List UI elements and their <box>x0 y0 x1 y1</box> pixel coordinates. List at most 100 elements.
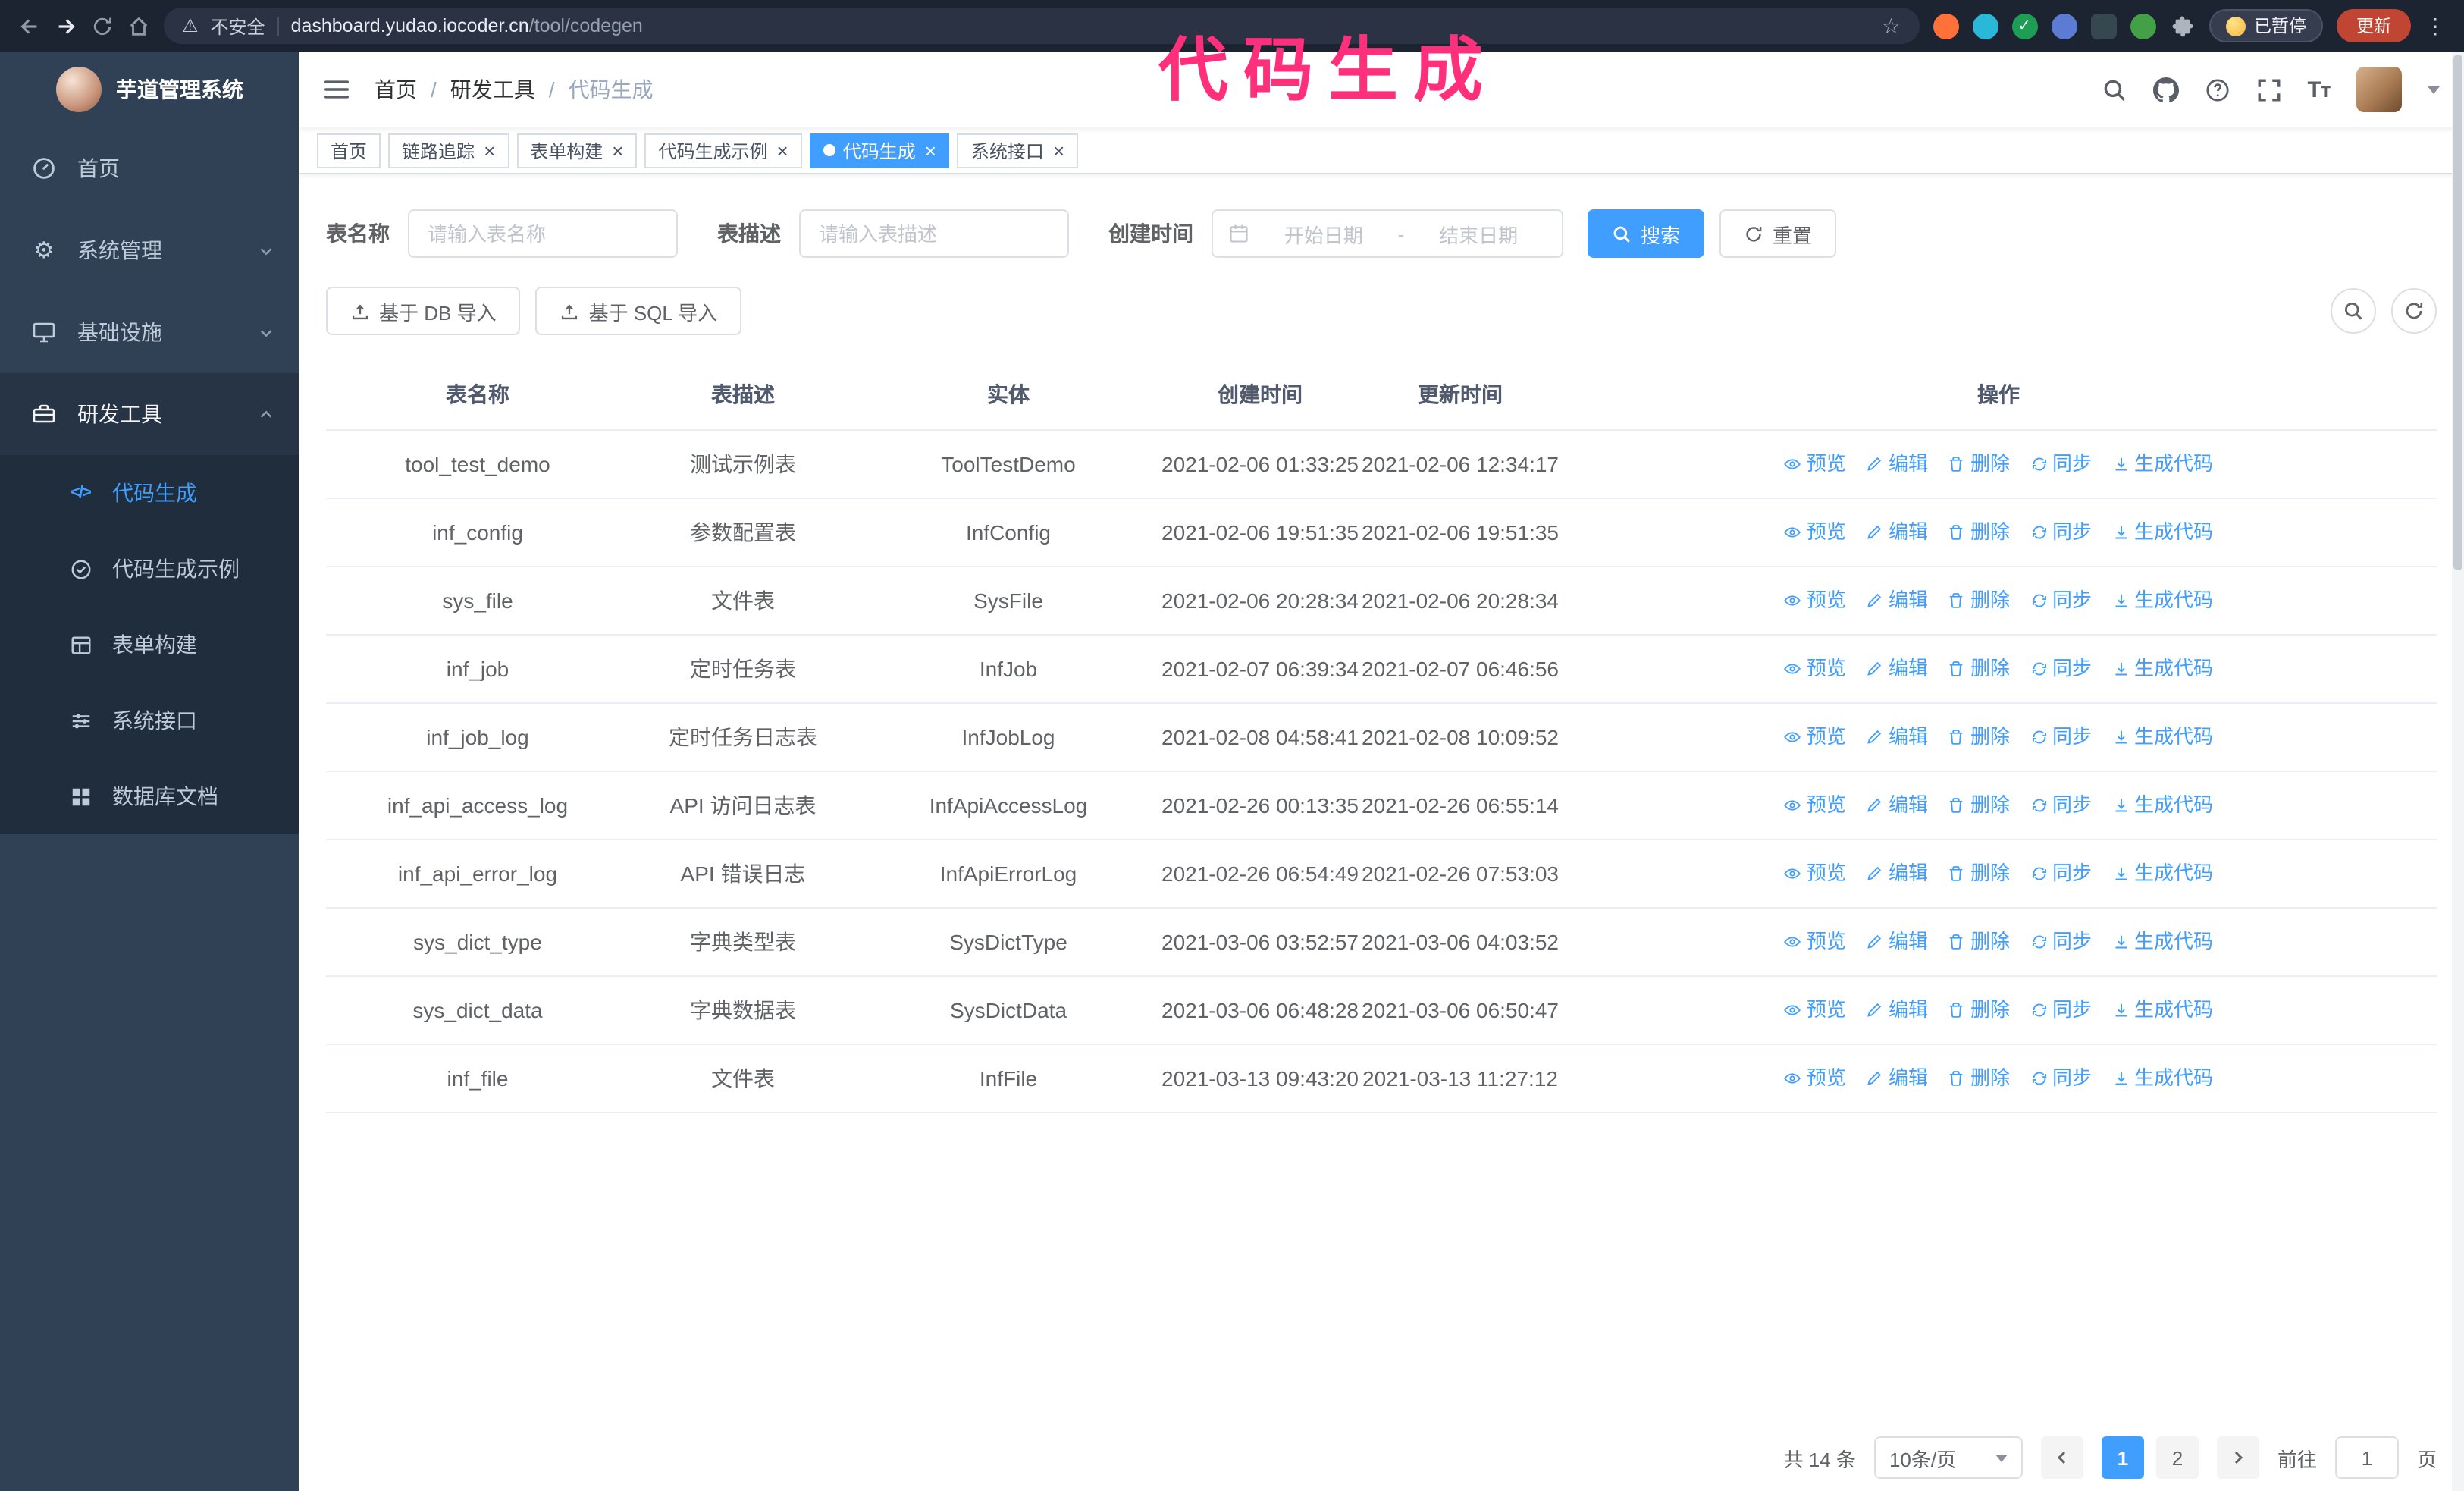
action-preview[interactable]: 预览 <box>1784 925 1846 959</box>
action-preview[interactable]: 预览 <box>1784 516 1846 549</box>
tab-form-builder[interactable]: 表单构建 × <box>516 133 638 168</box>
sidebar-subitem-codegen-example[interactable]: 代码生成示例 <box>0 531 299 607</box>
action-preview[interactable]: 预览 <box>1784 1062 1846 1095</box>
browser-scrollbar[interactable] <box>2452 52 2464 1491</box>
import-sql-button[interactable]: 基于 SQL 导入 <box>535 287 742 335</box>
forward-button[interactable] <box>55 14 77 37</box>
github-icon[interactable] <box>2152 77 2179 102</box>
action-delete[interactable]: 删除 <box>1948 1062 2010 1095</box>
breadcrumb-item[interactable]: 首页 <box>375 74 417 105</box>
action-preview[interactable]: 预览 <box>1784 857 1846 890</box>
goto-page-input[interactable] <box>2334 1436 2399 1479</box>
action-edit[interactable]: 编辑 <box>1866 993 1928 1027</box>
action-generate[interactable]: 生成代码 <box>2111 584 2213 617</box>
scrollbar-thumb[interactable] <box>2453 55 2462 570</box>
sidebar-item-system[interactable]: ⚙ 系统管理 <box>0 209 299 291</box>
extension-fox-icon[interactable] <box>1933 13 1958 39</box>
font-size-icon[interactable]: TT <box>2307 78 2331 101</box>
table-name-input[interactable] <box>408 209 678 258</box>
action-edit[interactable]: 编辑 <box>1866 516 1928 549</box>
fullscreen-icon[interactable] <box>2256 77 2281 102</box>
close-icon[interactable]: × <box>777 140 788 160</box>
action-edit[interactable]: 编辑 <box>1866 447 1928 481</box>
action-preview[interactable]: 预览 <box>1784 447 1846 481</box>
action-sync[interactable]: 同步 <box>2030 925 2092 959</box>
action-generate[interactable]: 生成代码 <box>2111 925 2213 959</box>
extension-dark-icon[interactable] <box>2090 13 2116 39</box>
action-delete[interactable]: 删除 <box>1948 720 2010 754</box>
action-generate[interactable]: 生成代码 <box>2111 789 2213 822</box>
sidebar-item-infra[interactable]: 基础设施 <box>0 291 299 373</box>
action-sync[interactable]: 同步 <box>2030 993 2092 1027</box>
back-button[interactable] <box>18 14 41 37</box>
search-button[interactable]: 搜索 <box>1588 209 1705 258</box>
action-edit[interactable]: 编辑 <box>1866 584 1928 617</box>
browser-menu-icon[interactable]: ⋮ <box>2425 13 2446 39</box>
tab-home[interactable]: 首页 <box>317 133 381 168</box>
prev-page-button[interactable] <box>2040 1436 2083 1479</box>
action-delete[interactable]: 删除 <box>1948 447 2010 481</box>
action-sync[interactable]: 同步 <box>2030 857 2092 890</box>
tab-api[interactable]: 系统接口 × <box>957 133 1079 168</box>
refresh-table-button[interactable] <box>2391 288 2437 334</box>
action-generate[interactable]: 生成代码 <box>2111 720 2213 754</box>
action-edit[interactable]: 编辑 <box>1866 857 1928 890</box>
search-icon[interactable] <box>2101 77 2127 102</box>
paused-badge[interactable]: 已暂停 <box>2209 9 2323 42</box>
action-sync[interactable]: 同步 <box>2030 789 2092 822</box>
action-edit[interactable]: 编辑 <box>1866 652 1928 686</box>
action-generate[interactable]: 生成代码 <box>2111 447 2213 481</box>
sidebar-subitem-codegen[interactable]: </> 代码生成 <box>0 455 299 531</box>
sidebar-item-home[interactable]: 首页 <box>0 127 299 209</box>
action-generate[interactable]: 生成代码 <box>2111 516 2213 549</box>
action-preview[interactable]: 预览 <box>1784 720 1846 754</box>
sidebar-subitem-form-builder[interactable]: 表单构建 <box>0 607 299 683</box>
page-button-1[interactable]: 1 <box>2101 1436 2144 1479</box>
app-logo[interactable]: 芋道管理系统 <box>0 52 299 127</box>
action-delete[interactable]: 删除 <box>1948 857 2010 890</box>
extension-drop-icon[interactable] <box>1972 13 1998 39</box>
action-generate[interactable]: 生成代码 <box>2111 652 2213 686</box>
action-preview[interactable]: 预览 <box>1784 652 1846 686</box>
reset-button[interactable]: 重置 <box>1719 209 1837 258</box>
action-delete[interactable]: 删除 <box>1948 925 2010 959</box>
action-generate[interactable]: 生成代码 <box>2111 993 2213 1027</box>
action-sync[interactable]: 同步 <box>2030 584 2092 617</box>
close-icon[interactable]: × <box>484 140 495 160</box>
import-db-button[interactable]: 基于 DB 导入 <box>326 287 521 335</box>
action-generate[interactable]: 生成代码 <box>2111 1062 2213 1095</box>
home-button[interactable] <box>127 14 150 37</box>
next-page-button[interactable] <box>2216 1436 2259 1479</box>
show-search-button[interactable] <box>2331 288 2376 334</box>
action-delete[interactable]: 删除 <box>1948 516 2010 549</box>
help-icon[interactable] <box>2204 77 2230 102</box>
close-icon[interactable]: × <box>612 140 623 160</box>
date-range-picker[interactable]: 开始日期 - 结束日期 <box>1212 209 1563 258</box>
table-desc-input[interactable] <box>799 209 1069 258</box>
action-sync[interactable]: 同步 <box>2030 516 2092 549</box>
action-sync[interactable]: 同步 <box>2030 447 2092 481</box>
action-edit[interactable]: 编辑 <box>1866 1062 1928 1095</box>
action-delete[interactable]: 删除 <box>1948 789 2010 822</box>
extension-people-icon[interactable] <box>2051 13 2077 39</box>
user-avatar[interactable] <box>2356 67 2402 112</box>
extension-check-icon[interactable]: ✓ <box>2011 13 2037 39</box>
avatar-dropdown-icon[interactable] <box>2428 86 2440 93</box>
hamburger-icon[interactable] <box>323 76 350 103</box>
action-edit[interactable]: 编辑 <box>1866 720 1928 754</box>
action-edit[interactable]: 编辑 <box>1866 925 1928 959</box>
reload-button[interactable] <box>91 14 114 37</box>
extension-leaf-icon[interactable] <box>2130 13 2155 39</box>
close-icon[interactable]: × <box>925 140 936 160</box>
close-icon[interactable]: × <box>1053 140 1064 160</box>
extensions-puzzle-icon[interactable] <box>2169 13 2195 39</box>
bookmark-star-icon[interactable]: ☆ <box>1882 13 1901 39</box>
browser-update-button[interactable]: 更新 <box>2337 9 2411 42</box>
action-edit[interactable]: 编辑 <box>1866 789 1928 822</box>
tab-codegen-example[interactable]: 代码生成示例 × <box>644 133 802 168</box>
action-preview[interactable]: 预览 <box>1784 584 1846 617</box>
action-sync[interactable]: 同步 <box>2030 720 2092 754</box>
sidebar-subitem-db-doc[interactable]: 数据库文档 <box>0 758 299 834</box>
action-sync[interactable]: 同步 <box>2030 1062 2092 1095</box>
page-size-select[interactable]: 10条/页 <box>1873 1436 2023 1479</box>
